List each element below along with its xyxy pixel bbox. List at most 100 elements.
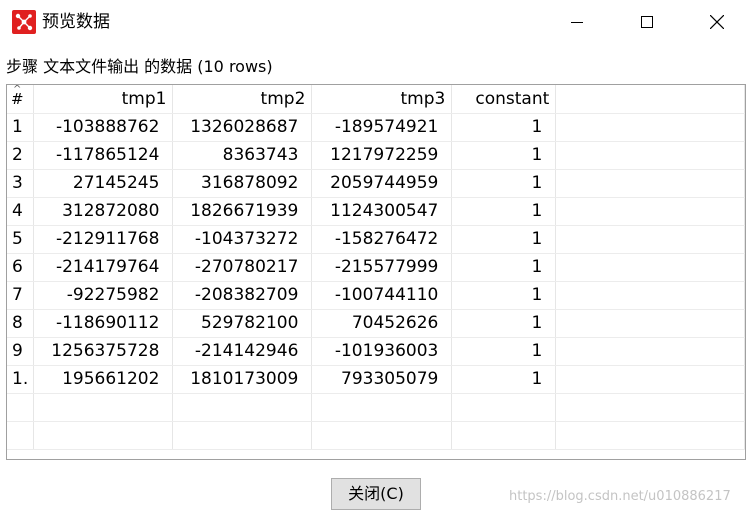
table-cell-tmp3[interactable]	[311, 421, 453, 450]
empty-cell	[555, 197, 745, 226]
table-cell-tmp1[interactable]: -212911768	[33, 225, 174, 254]
window-title: 预览数据	[42, 12, 110, 32]
table-cell-tmp1[interactable]	[33, 393, 174, 422]
row-index-cell	[7, 393, 35, 422]
table-cell-tmp3[interactable]: -189574921	[311, 113, 453, 142]
data-caption: 步骤 文本文件输出 的数据 (10 rows)	[6, 57, 273, 76]
row-index-cell: 4	[7, 197, 35, 226]
table-row[interactable]: 6 -214179764 -270780217 -215577999 1	[7, 253, 745, 282]
row-index-cell: 9	[7, 337, 35, 366]
table-cell-constant[interactable]: 1	[451, 169, 557, 198]
row-index-cell: 6	[7, 253, 35, 282]
close-window-button[interactable]	[694, 0, 740, 44]
table-cell-tmp2[interactable]: 1810173009	[172, 365, 313, 394]
table-cell-constant[interactable]: 1	[451, 337, 557, 366]
column-header-tmp1[interactable]: tmp1	[33, 85, 174, 114]
table-cell-tmp2[interactable]: 8363743	[172, 141, 313, 170]
close-button[interactable]: 关闭(C)	[331, 478, 421, 510]
table-cell-constant[interactable]: 1	[451, 281, 557, 310]
table-row[interactable]: 7 -92275982 -208382709 -100744110 1	[7, 281, 745, 310]
table-cell-tmp1[interactable]: -117865124	[33, 141, 174, 170]
table-cell-tmp2[interactable]: -214142946	[172, 337, 313, 366]
table-cell-tmp1[interactable]: -214179764	[33, 253, 174, 282]
table-cell-constant[interactable]	[451, 421, 557, 450]
watermark-text: https://blog.csdn.net/u010886217	[509, 489, 731, 504]
row-index-cell: 1.	[7, 365, 35, 394]
index-column-header[interactable]: ^ #	[7, 85, 35, 114]
table-row[interactable]: 9 1256375728 -214142946 -101936003 1	[7, 337, 745, 366]
table-row[interactable]: 3 27145245 316878092 2059744959 1	[7, 169, 745, 198]
table-cell-tmp2[interactable]: 529782100	[172, 309, 313, 338]
table-row[interactable]	[7, 421, 745, 450]
table-cell-tmp3[interactable]: 1217972259	[311, 141, 453, 170]
table-row[interactable]: 5 -212911768 -104373272 -158276472 1	[7, 225, 745, 254]
column-header-tmp2[interactable]: tmp2	[172, 85, 313, 114]
table-cell-tmp3[interactable]: -101936003	[311, 337, 453, 366]
table-cell-tmp2[interactable]: 316878092	[172, 169, 313, 198]
table-cell-tmp2[interactable]: -270780217	[172, 253, 313, 282]
table-cell-tmp2[interactable]	[172, 393, 313, 422]
empty-cell	[555, 281, 745, 310]
table-row[interactable]	[7, 393, 745, 422]
empty-cell	[555, 253, 745, 282]
maximize-button[interactable]	[624, 0, 670, 44]
empty-cell	[555, 169, 745, 198]
data-grid[interactable]: ^ # tmp1 tmp2 tmp3 constant 1 -103888762 13…	[6, 84, 746, 460]
empty-header-cell	[555, 85, 745, 114]
row-index-cell: 7	[7, 281, 35, 310]
table-cell-constant[interactable]	[451, 393, 557, 422]
table-row[interactable]: 1 -103888762 1326028687 -189574921 1	[7, 113, 745, 142]
table-cell-tmp2[interactable]: 1826671939	[172, 197, 313, 226]
data-table: ^ # tmp1 tmp2 tmp3 constant 1 -103888762 13…	[7, 85, 745, 450]
table-cell-constant[interactable]: 1	[451, 113, 557, 142]
table-row[interactable]: 1. 195661202 1810173009 793305079 1	[7, 365, 745, 394]
minimize-button[interactable]	[554, 0, 600, 44]
column-header-tmp3[interactable]: tmp3	[311, 85, 453, 114]
row-index-cell	[7, 421, 35, 450]
table-cell-tmp3[interactable]: 70452626	[311, 309, 453, 338]
table-cell-constant[interactable]: 1	[451, 309, 557, 338]
table-cell-tmp3[interactable]	[311, 393, 453, 422]
sort-caret-icon: ^	[13, 85, 22, 95]
table-cell-constant[interactable]: 1	[451, 197, 557, 226]
table-cell-tmp1[interactable]: -92275982	[33, 281, 174, 310]
table-cell-tmp1[interactable]: 27145245	[33, 169, 174, 198]
table-row[interactable]: 2 -117865124 8363743 1217972259 1	[7, 141, 745, 170]
table-cell-tmp1[interactable]: 1256375728	[33, 337, 174, 366]
table-row[interactable]: 4 312872080 1826671939 1124300547 1	[7, 197, 745, 226]
table-cell-tmp3[interactable]: 793305079	[311, 365, 453, 394]
table-cell-tmp1[interactable]	[33, 421, 174, 450]
app-logo-icon	[12, 10, 36, 34]
table-row[interactable]: 8 -118690112 529782100 70452626 1	[7, 309, 745, 338]
table-cell-tmp2[interactable]: -104373272	[172, 225, 313, 254]
row-index-cell: 3	[7, 169, 35, 198]
title-bar: 预览数据	[0, 0, 753, 44]
maximize-icon	[641, 16, 653, 28]
table-cell-constant[interactable]: 1	[451, 225, 557, 254]
empty-cell	[555, 225, 745, 254]
table-cell-tmp3[interactable]: 2059744959	[311, 169, 453, 198]
table-cell-tmp1[interactable]: -118690112	[33, 309, 174, 338]
table-cell-tmp2[interactable]	[172, 421, 313, 450]
table-cell-tmp2[interactable]: -208382709	[172, 281, 313, 310]
table-cell-tmp3[interactable]: 1124300547	[311, 197, 453, 226]
empty-cell	[555, 141, 745, 170]
table-cell-tmp1[interactable]: 312872080	[33, 197, 174, 226]
table-cell-tmp1[interactable]: -103888762	[33, 113, 174, 142]
table-cell-constant[interactable]: 1	[451, 365, 557, 394]
column-header-constant[interactable]: constant	[451, 85, 557, 114]
empty-cell	[555, 113, 745, 142]
table-cell-tmp2[interactable]: 1326028687	[172, 113, 313, 142]
empty-cell	[555, 421, 745, 450]
table-cell-tmp3[interactable]: -158276472	[311, 225, 453, 254]
table-cell-tmp1[interactable]: 195661202	[33, 365, 174, 394]
row-index-cell: 8	[7, 309, 35, 338]
header-row: ^ # tmp1 tmp2 tmp3 constant	[7, 85, 745, 114]
row-index-cell: 1	[7, 113, 35, 142]
empty-cell	[555, 365, 745, 394]
table-cell-constant[interactable]: 1	[451, 141, 557, 170]
table-cell-tmp3[interactable]: -215577999	[311, 253, 453, 282]
table-cell-tmp3[interactable]: -100744110	[311, 281, 453, 310]
table-cell-constant[interactable]: 1	[451, 253, 557, 282]
row-index-cell: 2	[7, 141, 35, 170]
